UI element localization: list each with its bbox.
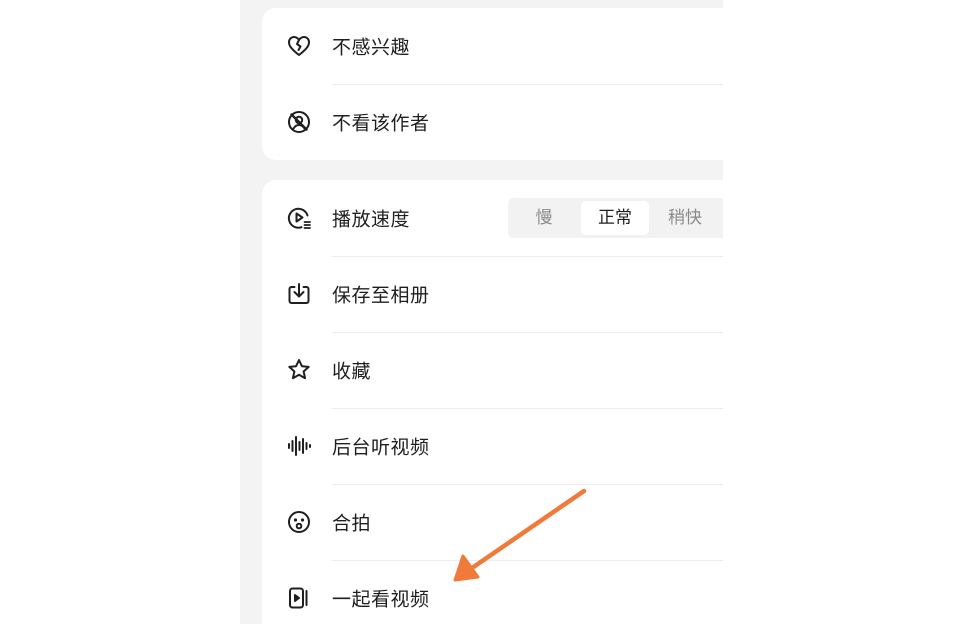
speed-option-slow[interactable]: 慢	[512, 201, 576, 235]
save-to-album-item[interactable]: 保存至相册	[262, 256, 723, 332]
block-user-icon	[286, 109, 312, 135]
watch-together-label: 一起看视频	[332, 588, 430, 611]
favorite-item[interactable]: 收藏	[262, 332, 723, 408]
playback-speed-icon	[286, 205, 312, 231]
background-listen-item[interactable]: 后台听视频	[262, 408, 723, 484]
not-interested-label: 不感兴趣	[332, 36, 411, 59]
star-icon	[286, 357, 312, 383]
speed-option-fast[interactable]: 稍快	[653, 201, 717, 235]
save-to-album-label: 保存至相册	[332, 284, 430, 307]
duet-face-icon	[286, 509, 312, 535]
download-icon	[286, 281, 312, 307]
options-card: 播放速度 慢 正常 稍快 保存至相册 收藏 后台听视频 合拍 一起看视频	[262, 180, 723, 624]
hide-author-item[interactable]: 不看该作者	[262, 84, 723, 160]
duet-label: 合拍	[332, 512, 372, 535]
broken-heart-icon	[286, 33, 312, 59]
audio-wave-icon	[286, 433, 312, 459]
favorite-label: 收藏	[332, 360, 372, 383]
hide-author-label: 不看该作者	[332, 112, 430, 135]
background-listen-label: 后台听视频	[332, 436, 430, 459]
not-interested-item[interactable]: 不感兴趣	[262, 8, 723, 84]
playback-speed-label: 播放速度	[332, 208, 411, 231]
speed-option-normal[interactable]: 正常	[581, 201, 649, 235]
watch-together-item[interactable]: 一起看视频	[262, 560, 723, 636]
watch-together-icon	[286, 585, 312, 611]
duet-item[interactable]: 合拍	[262, 484, 723, 560]
feedback-card: 不感兴趣 不看该作者	[262, 8, 723, 160]
speed-selector: 慢 正常 稍快	[508, 198, 723, 238]
playback-speed-item: 播放速度 慢 正常 稍快	[262, 180, 723, 256]
